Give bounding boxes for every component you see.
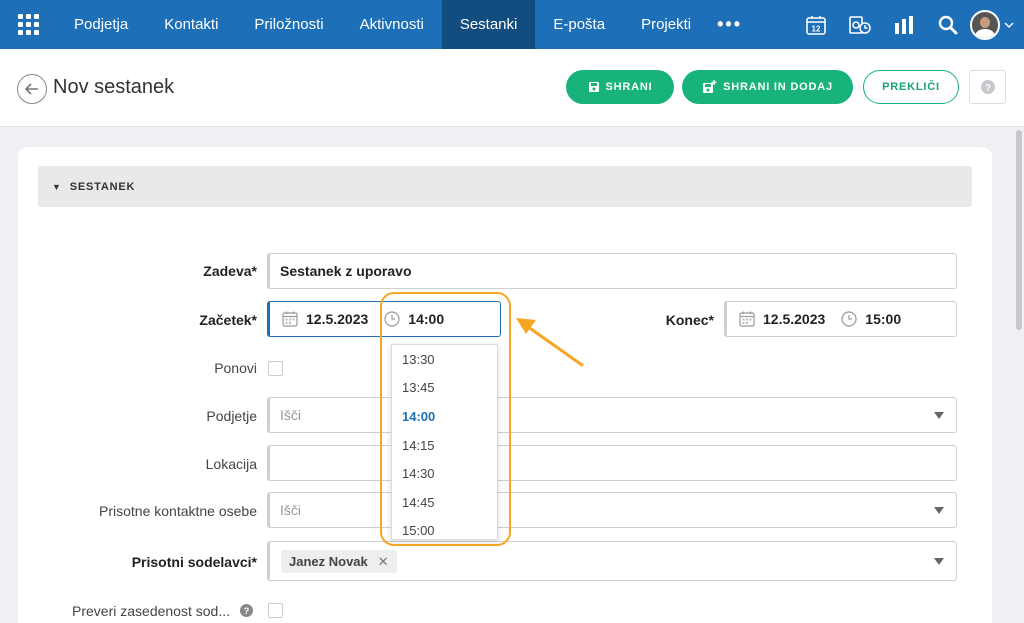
- collapse-triangle-icon: ▼: [52, 181, 62, 192]
- nav-item-sestanki[interactable]: Sestanki: [441, 0, 536, 49]
- colleague-tag: Janez Novak ✕: [281, 550, 397, 573]
- subject-input[interactable]: Sestanek z uporavo: [267, 253, 957, 289]
- end-time-input[interactable]: 15:00: [865, 311, 901, 327]
- arrow-left-icon: [25, 83, 38, 95]
- end-datetime-field: 12.5.2023 15:00: [724, 301, 957, 337]
- remove-tag-icon[interactable]: ✕: [378, 554, 389, 570]
- repeat-label: Ponovi: [214, 360, 257, 376]
- dropdown-arrow-icon: [934, 558, 944, 565]
- save-and-add-label: SHRANI IN DODAJ: [723, 81, 833, 93]
- end-label: Konec*: [665, 312, 714, 328]
- colleague-tag-label: Janez Novak: [289, 554, 368, 569]
- dropdown-arrow-icon: [934, 412, 944, 419]
- nav-item-priloznosti[interactable]: Priložnosti: [236, 0, 341, 49]
- floppy-plus-icon: [703, 80, 717, 93]
- location-input[interactable]: [267, 445, 957, 481]
- check-availability-checkbox[interactable]: [268, 603, 283, 618]
- search-icon[interactable]: [926, 0, 970, 49]
- chevron-down-icon[interactable]: [1004, 19, 1014, 31]
- nav-item-podjetja[interactable]: Podjetja: [56, 0, 146, 49]
- dropdown-arrow-icon: [934, 507, 944, 514]
- svg-text:?: ?: [984, 83, 990, 94]
- annotation-arrow-icon: [516, 318, 584, 367]
- calendar-small-icon[interactable]: [282, 311, 298, 327]
- contacts-label: Prisotne kontaktne osebe: [99, 503, 257, 519]
- help-question-icon[interactable]: ?: [240, 604, 253, 617]
- nav-item-projekti[interactable]: Projekti: [623, 0, 709, 49]
- contacts-placeholder: Išči: [280, 502, 301, 518]
- company-label: Podjetje: [206, 408, 257, 424]
- company-placeholder: Išči: [280, 407, 301, 423]
- floppy-icon: [588, 82, 599, 92]
- save-label: SHRANI: [605, 81, 653, 93]
- question-icon: ?: [980, 80, 995, 94]
- company-select[interactable]: Išči: [267, 397, 957, 433]
- calendar-day: 12: [812, 24, 821, 33]
- clock-icon[interactable]: [841, 311, 857, 327]
- check-availability-label: Preveri zasedenost sod...: [72, 603, 230, 619]
- app-grid-icon[interactable]: [0, 0, 56, 49]
- section-header-sestanek[interactable]: ▼ SESTANEK: [38, 166, 972, 207]
- save-and-add-button[interactable]: SHRANI IN DODAJ: [682, 70, 853, 104]
- nav-more-button[interactable]: •••: [709, 14, 752, 35]
- user-avatar[interactable]: [970, 9, 1000, 40]
- contacts-select[interactable]: Išči: [267, 492, 957, 528]
- nav-item-kontakti[interactable]: Kontakti: [146, 0, 236, 49]
- highlight-box: [380, 292, 511, 546]
- help-button[interactable]: ?: [969, 70, 1006, 104]
- subject-label: Zadeva*: [203, 263, 257, 279]
- calendar-small-icon[interactable]: [739, 311, 755, 327]
- page-title: Nov sestanek: [53, 76, 175, 98]
- start-date-input[interactable]: 12.5.2023: [306, 311, 368, 327]
- cancel-button[interactable]: PREKLIČI: [863, 70, 959, 104]
- reports-chart-icon[interactable]: [882, 0, 926, 49]
- start-label: Začetek*: [199, 312, 257, 328]
- save-button[interactable]: SHRANI: [566, 70, 674, 104]
- nav-item-aktivnosti[interactable]: Aktivnosti: [342, 0, 442, 49]
- subject-value: Sestanek z uporavo: [280, 263, 412, 279]
- back-button[interactable]: [17, 74, 47, 104]
- page-header: Nov sestanek SHRANI SHRANI IN DODAJ PREK…: [0, 49, 1024, 127]
- calendar-icon[interactable]: 12: [794, 0, 838, 49]
- outlook-icon[interactable]: [838, 0, 882, 49]
- top-nav: Podjetja Kontakti Priložnosti Aktivnosti…: [0, 0, 1024, 49]
- location-label: Lokacija: [205, 456, 257, 472]
- section-title: SESTANEK: [69, 180, 136, 193]
- page-scrollbar[interactable]: [1016, 130, 1022, 330]
- colleagues-label: Prisotni sodelavci*: [131, 554, 257, 570]
- repeat-checkbox[interactable]: [268, 361, 283, 376]
- nav-item-eposta[interactable]: E-pošta: [535, 0, 623, 49]
- end-date-input[interactable]: 12.5.2023: [763, 311, 825, 327]
